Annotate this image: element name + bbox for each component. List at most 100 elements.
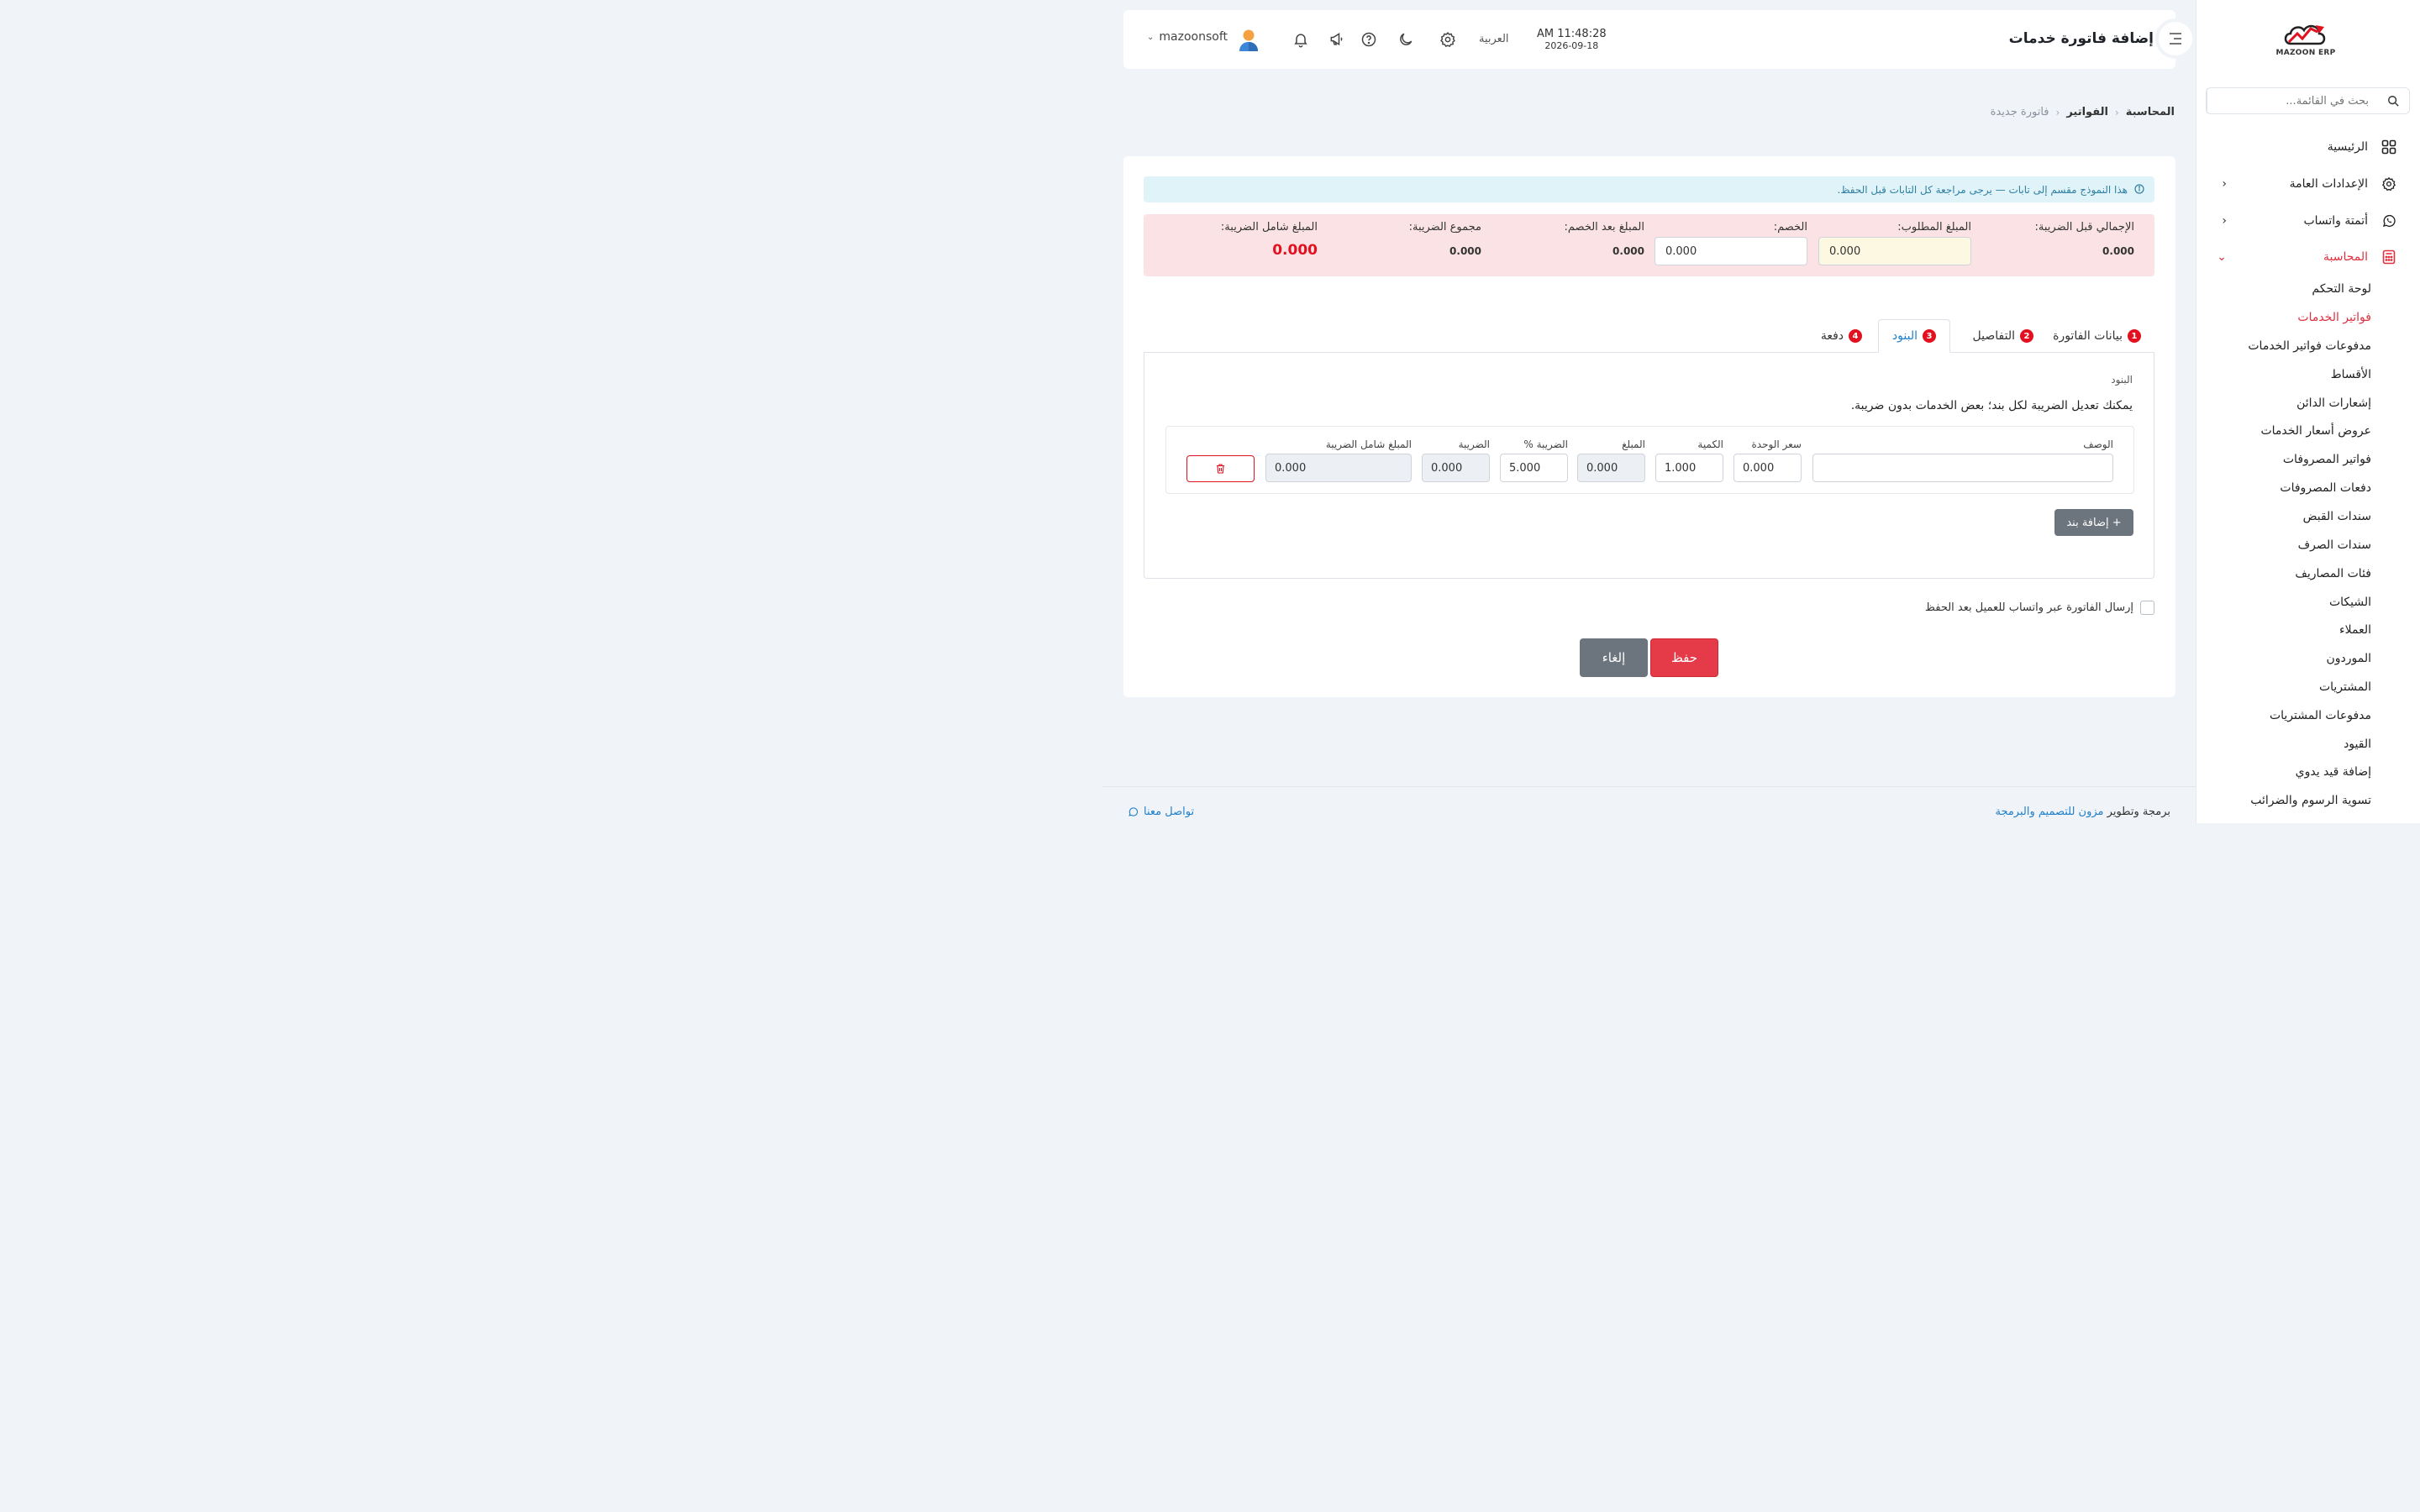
avatar[interactable] [1238, 29, 1260, 52]
field-label: الوصف [2083, 438, 2113, 450]
sidebar-subitem[interactable]: سندات الصرف [2298, 538, 2371, 557]
sidebar-subitem[interactable]: فئات المصاريف [2295, 567, 2371, 585]
sidebar-item-whatsapp-automation[interactable]: أتمتة واتساب ‹ [2215, 208, 2398, 234]
item-quantity-field: الكمية [1655, 438, 1723, 482]
chevron-down-icon: ⌄ [1147, 32, 1155, 42]
search-icon[interactable] [2377, 95, 2409, 107]
sidebar-item-label: أتمتة واتساب [2303, 214, 2368, 228]
footer-credit-link[interactable]: مزون للتصميم والبرمجة [1995, 806, 2103, 818]
whatsapp-icon [2380, 212, 2398, 230]
sidebar-toggle-button[interactable] [2155, 18, 2196, 59]
breadcrumb-separator: ‹ [2114, 106, 2119, 118]
field-label: المبلغ [1622, 438, 1645, 450]
whatsapp-icon [1128, 807, 1139, 816]
item-tax-percent-input[interactable] [1500, 454, 1568, 482]
sidebar-subitem[interactable]: المشتريات [2319, 680, 2371, 699]
moon-icon[interactable] [1396, 29, 1416, 50]
info-alert: هذا النموذج مقسم إلى تابات — يرجى مراجعة… [1144, 176, 2154, 202]
item-total-input [1265, 454, 1412, 482]
tab-label: بيانات الفاتورة [2053, 329, 2123, 343]
field-label: الكمية [1697, 438, 1723, 450]
discount-input[interactable] [1655, 237, 1807, 265]
info-alert-text: هذا النموذج مقسم إلى تابات — يرجى مراجعة… [1837, 183, 2128, 196]
menu-search-input[interactable] [2207, 88, 2377, 113]
sidebar-item-home[interactable]: الرئيسية [2215, 134, 2398, 160]
sidebar-item-label: المحاسبة [2323, 250, 2368, 264]
items-tab-panel: البنود يمكنك تعديل الضريبة لكل بند؛ بعض … [1144, 352, 2154, 579]
field-label: سعر الوحدة [1751, 438, 1802, 450]
language-switch[interactable]: العربية [1479, 33, 1509, 45]
sidebar-subitem[interactable]: القيود [2344, 738, 2371, 756]
whatsapp-send-label: إرسال الفاتورة عبر واتساب للعميل بعد الح… [1924, 601, 2133, 614]
tax-total-label: مجموع الضريبة: [1408, 221, 1481, 234]
footer: برمجة وتطوير مزون للتصميم والبرمجة تواصل… [1102, 786, 2196, 823]
grand-total-label: المبلغ شامل الضريبة: [1220, 221, 1318, 234]
sidebar-subitem-active[interactable]: فواتير الخدمات [2297, 311, 2371, 329]
contact-us-link[interactable]: تواصل معنا [1128, 806, 1194, 818]
breadcrumb-invoices[interactable]: الفواتير [2066, 106, 2108, 118]
delete-item-button[interactable] [1186, 455, 1255, 482]
logo[interactable]: MAZOON ERP [2275, 20, 2336, 62]
tab-invoice-data[interactable]: 1 بيانات الفاتورة [2039, 319, 2154, 353]
clock: AM 11:48:28 2026-09-18 [1537, 29, 1607, 50]
menu-collapse-icon [2170, 33, 2181, 45]
whatsapp-send-checkbox[interactable] [2140, 601, 2154, 615]
gear-icon [2380, 175, 2398, 193]
item-description-input[interactable] [1812, 454, 2113, 482]
sidebar-subitem[interactable]: دفعات المصروفات [2280, 481, 2371, 500]
chevron-left-icon: ‹ [2222, 214, 2227, 228]
sidebar-subitem[interactable]: الشيكات [2329, 596, 2371, 614]
add-item-button[interactable]: + إضافة بند [2054, 509, 2133, 536]
sidebar-item-accounting[interactable]: المحاسبة ⌄ [2215, 244, 2398, 270]
after-discount-label: المبلغ بعد الخصم: [1564, 221, 1644, 234]
total-before-tax: الإجمالي قبل الضريبة: 0.000 [1981, 221, 2135, 257]
brand-name: MAZOON ERP [2275, 49, 2336, 57]
sidebar-subitem[interactable]: مدفوعات فواتير الخدمات [2248, 339, 2371, 358]
item-amount-input [1577, 454, 1645, 482]
breadcrumb-accounting[interactable]: المحاسبة [2126, 106, 2175, 118]
sidebar-subitem[interactable]: العملاء [2339, 623, 2371, 642]
save-button[interactable]: حفظ [1650, 638, 1718, 677]
sidebar-subitem[interactable]: الموردون [2326, 652, 2371, 670]
tab-label: دفعة [1820, 329, 1844, 343]
totals-summary: الإجمالي قبل الضريبة: 0.000 المبلغ المطل… [1144, 214, 2154, 276]
whatsapp-send-option[interactable]: إرسال الفاتورة عبر واتساب للعميل بعد الح… [1925, 601, 2154, 615]
sidebar-subitem[interactable]: تسوية الرسوم والضرائب [2250, 794, 2371, 812]
settings-icon[interactable] [1438, 29, 1458, 50]
megaphone-icon[interactable] [1327, 29, 1347, 50]
grand-total: المبلغ شامل الضريبة: 0.000 [1165, 221, 1318, 259]
sidebar-subitem[interactable]: مدفوعات المشتريات [2270, 709, 2371, 727]
sidebar-item-general-settings[interactable]: الإعدادات العامة ‹ [2215, 171, 2398, 197]
sidebar-subitem[interactable]: الأقساط [2331, 368, 2371, 386]
field-label: الضريبة [1458, 438, 1490, 450]
bell-icon[interactable] [1291, 29, 1311, 50]
cancel-button[interactable]: إلغاء [1580, 638, 1648, 677]
grid-icon [2380, 138, 2398, 156]
sidebar-subitem[interactable]: عروض أسعار الخدمات [2260, 424, 2371, 443]
tab-details[interactable]: 2 التفاصيل [1960, 319, 2047, 353]
trash-icon [1217, 464, 1224, 474]
sidebar-subitem[interactable]: لوحة التحكم [2312, 282, 2371, 301]
tab-payment[interactable]: 4 دفعة [1807, 319, 1876, 353]
sidebar-subitem[interactable]: إضافة قيد يدوي [2296, 765, 2371, 784]
sidebar-subitem[interactable]: فواتير المصروفات [2283, 453, 2371, 471]
sidebar-item-label: الإعدادات العامة [2289, 177, 2368, 191]
item-unit-price-input[interactable] [1733, 454, 1802, 482]
breadcrumb-current: فاتورة جديدة [1990, 106, 2049, 118]
tax-total-value: 0.000 [1449, 245, 1481, 257]
tab-items[interactable]: 3 البنود [1877, 319, 1950, 353]
breadcrumb-separator: ‹ [2055, 106, 2060, 118]
info-icon [2134, 184, 2144, 197]
help-icon[interactable] [1359, 29, 1379, 50]
sidebar-subitem[interactable]: إشعارات الدائن [2296, 396, 2371, 415]
item-total-field: المبلغ شامل الضريبة [1265, 438, 1412, 482]
sidebar: MAZOON ERP الرئيسية الإعدادات العامة ‹ أ… [2196, 0, 2420, 823]
amount-due-input[interactable] [1818, 237, 1971, 265]
invoice-form-card: هذا النموذج مقسم إلى تابات — يرجى مراجعة… [1123, 156, 2175, 697]
total-before-tax-label: الإجمالي قبل الضريبة: [2034, 221, 2135, 234]
tab-number-badge: 3 [1923, 329, 1936, 343]
item-quantity-input[interactable] [1655, 454, 1723, 482]
user-menu[interactable]: ⌄ mazoonsoft [1147, 30, 1228, 44]
after-discount-value: 0.000 [1612, 245, 1644, 257]
sidebar-subitem[interactable]: سندات القبض [2303, 510, 2371, 528]
